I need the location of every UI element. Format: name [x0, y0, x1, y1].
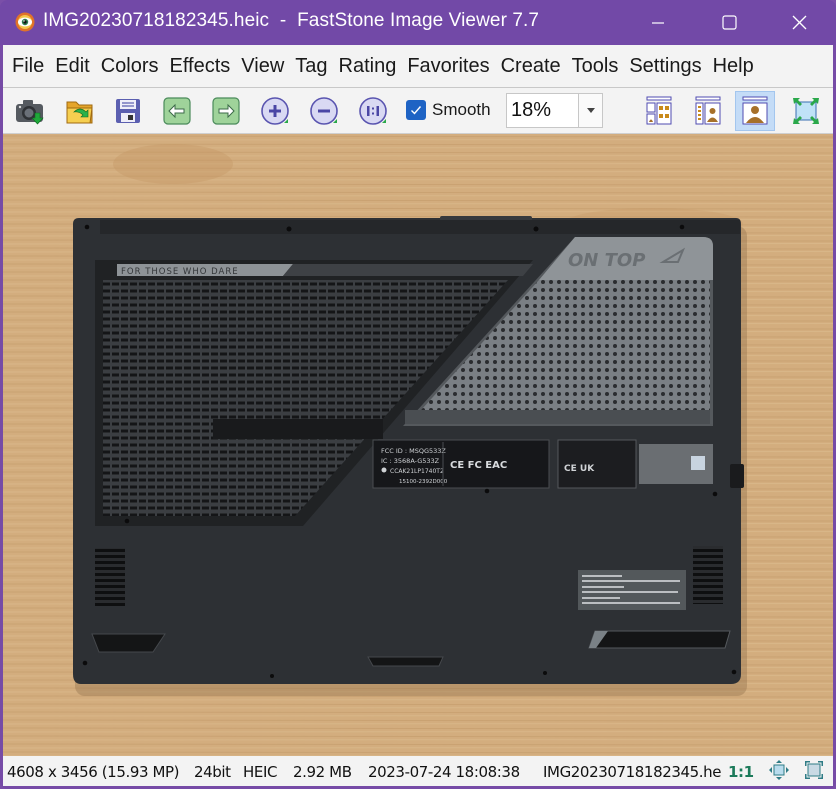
menu-bar: File Edit Colors Effects View Tag Rating…	[3, 45, 833, 88]
menu-view[interactable]: View	[241, 45, 284, 88]
check-icon	[411, 106, 422, 115]
image-view-button[interactable]	[735, 91, 775, 131]
thumbnail-grid-icon	[646, 96, 672, 125]
smooth-checkbox[interactable]: Smooth	[406, 100, 491, 120]
fullscreen-icon	[805, 761, 823, 779]
file-datetime: 2023-07-24 18:08:38	[368, 763, 520, 781]
chevron-down-icon	[586, 108, 595, 113]
fullscreen-button[interactable]	[786, 91, 826, 131]
rog-badge-text: ON TOP	[568, 250, 645, 271]
menu-rating[interactable]: Rating	[339, 45, 397, 88]
serial-text: 15100-2392D000	[399, 479, 448, 485]
bit-depth: 24bit	[194, 763, 231, 781]
checkbox-checked[interactable]	[406, 100, 426, 120]
minimize-button[interactable]	[623, 0, 693, 45]
browser-preview-icon	[695, 96, 721, 125]
menu-effects[interactable]: Effects	[170, 45, 231, 88]
fcc-id-text: FCC ID : MSQG533Z	[381, 447, 446, 455]
menu-tag[interactable]: Tag	[295, 45, 327, 88]
image-view-icon	[742, 96, 768, 125]
file-size: 2.92 MB	[293, 763, 352, 781]
app-window: IMG20230718182345.heic - FastStone Image…	[0, 0, 836, 789]
fit-window-button[interactable]	[769, 760, 789, 784]
menu-create[interactable]: Create	[501, 45, 561, 88]
fullscreen-icon	[793, 98, 819, 124]
actual-size-ratio[interactable]: 1:1	[728, 763, 754, 781]
smooth-label: Smooth	[432, 100, 491, 119]
save-button[interactable]	[108, 91, 148, 131]
menu-favorites[interactable]: Favorites	[407, 45, 489, 88]
svg-text:CE UK: CE UK	[564, 464, 595, 474]
zoom-in-icon	[261, 97, 289, 125]
actual-size-icon	[359, 97, 387, 125]
open-folder-button[interactable]	[60, 91, 100, 131]
title-bar[interactable]: IMG20230718182345.heic - FastStone Image…	[0, 0, 836, 45]
fit-window-icon	[769, 760, 789, 780]
maximize-icon	[721, 15, 737, 30]
acquire-camera-button[interactable]	[10, 91, 50, 131]
next-button[interactable]	[206, 91, 246, 131]
actual-size-button[interactable]	[353, 91, 393, 131]
ic-text: IC : 3568A-G533Z	[381, 457, 440, 465]
menu-file[interactable]: File	[12, 45, 44, 88]
zoom-out-icon	[310, 97, 338, 125]
zoom-level-value[interactable]: 18%	[507, 94, 578, 127]
close-icon	[792, 15, 806, 30]
browser-preview-button[interactable]	[688, 91, 728, 131]
minimize-icon	[652, 21, 664, 24]
file-name: IMG20230718182345.he	[543, 763, 722, 781]
window-title: IMG20230718182345.heic - FastStone Image…	[43, 10, 540, 31]
menu-settings[interactable]: Settings	[629, 45, 701, 88]
slogan-text: FOR THOSE WHO DARE	[121, 267, 239, 277]
menu-tools[interactable]: Tools	[572, 45, 619, 88]
zoom-in-button[interactable]	[255, 91, 295, 131]
folder-open-icon	[66, 101, 93, 124]
image-viewport[interactable]: FOR THOSE WHO DARE ON TOP FCC ID : MSQG5…	[3, 134, 833, 756]
image-dimensions: 4608 x 3456 (15.93 MP)	[7, 763, 180, 781]
arrow-left-icon	[163, 97, 191, 125]
zoom-dropdown-button[interactable]	[578, 94, 602, 127]
close-button[interactable]	[764, 0, 834, 45]
menu-colors[interactable]: Colors	[101, 45, 159, 88]
fullscreen-status-button[interactable]	[804, 760, 824, 784]
menu-edit[interactable]: Edit	[55, 45, 89, 88]
status-bar: 4608 x 3456 (15.93 MP) 24bit HEIC 2.92 M…	[3, 756, 833, 786]
file-format: HEIC	[243, 763, 278, 781]
thumbnail-grid-button[interactable]	[639, 91, 679, 131]
maximize-button[interactable]	[694, 0, 764, 45]
previous-button[interactable]	[157, 91, 197, 131]
toolbar: Smooth 18%	[3, 88, 833, 134]
svg-text:CE FC EAC: CE FC EAC	[450, 460, 507, 471]
menu-help[interactable]: Help	[713, 45, 754, 88]
ccai-text: CCAK21LP1740T2	[390, 468, 444, 475]
floppy-disk-icon	[116, 99, 140, 123]
arrow-right-icon	[212, 97, 240, 125]
eye-icon	[15, 12, 35, 32]
camera-download-icon	[16, 100, 44, 125]
photo-laptop-underside: FOR THOSE WHO DARE ON TOP FCC ID : MSQG5…	[3, 134, 833, 756]
zoom-out-button[interactable]	[304, 91, 344, 131]
zoom-level-select[interactable]: 18%	[506, 93, 603, 128]
